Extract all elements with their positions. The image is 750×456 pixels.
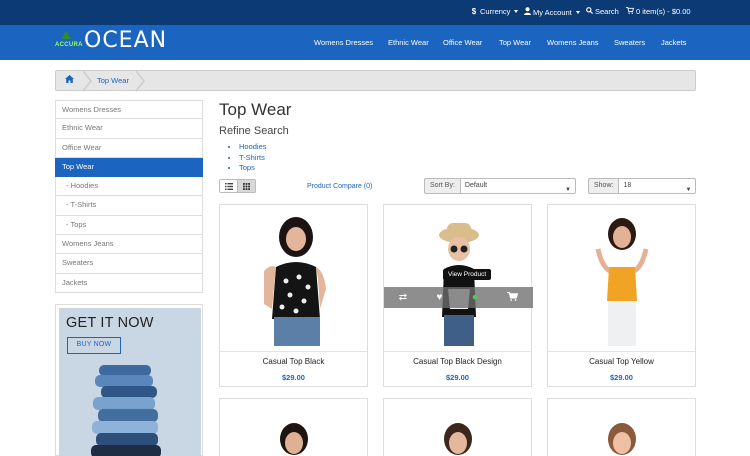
product-hover-actions: ⇄ ♥ ● [384,287,533,308]
product-card[interactable]: View Product ⇄ ♥ ● Casual Top Black Desi… [383,204,533,387]
compare-icon[interactable]: ⇄ [399,292,407,303]
currency-label: Currency [480,7,511,16]
cart-link[interactable]: 0 item(s) - $0.00 [626,7,691,16]
sidebar-item-top-wear[interactable]: Top Wear [55,157,203,178]
product-image[interactable] [224,209,363,346]
view-toggle [219,179,256,193]
grid-view-button[interactable] [237,180,255,192]
nav-top-wear[interactable]: Top Wear [499,38,531,47]
sort-select[interactable]: Default ▼ [459,178,576,194]
show-value: 18 [623,182,632,189]
main-header: ACCURA OCEAN Womens Dresses Ethnic Wear … [0,25,750,60]
chevron-down-icon: ▼ [685,187,692,193]
sidebar-item-tops[interactable]: - Tops [55,215,203,236]
product-name[interactable]: Casual Top Yellow [548,357,695,366]
show-control: Show: 18 ▼ [588,178,697,194]
chevron-down-icon [514,10,519,13]
product-name[interactable]: Casual Top Black [220,357,367,366]
sidebar-item-hoodies[interactable]: - Hoodies [55,177,203,197]
sidebar-item-office-wear[interactable]: Office Wear [55,138,203,158]
logo-big-text: OCEAN [84,28,168,53]
chevron-down-icon: ▼ [564,187,571,193]
sort-label: Sort By: [424,178,460,194]
product-card[interactable] [547,398,696,456]
search-link[interactable]: Search [585,7,619,16]
my-account-dropdown[interactable]: My Account [523,7,580,17]
nav-womens-dresses[interactable]: Womens Dresses [314,38,373,47]
promo-banner: GET IT NOW BUY NOW [55,304,203,456]
logo-small-text: ACCURA [55,42,83,48]
logo-triangle-icon [61,31,71,39]
promo-banner-background: GET IT NOW BUY NOW [59,308,201,456]
sidebar-item-t-shirts[interactable]: - T-Shirts [55,196,203,216]
promo-banner-title: GET IT NOW [66,315,154,331]
card-divider [548,351,695,352]
user-icon [523,7,531,17]
refine-link-t-shirts[interactable]: T-Shirts [239,153,267,164]
sidebar-item-ethnic-wear[interactable]: Ethnic Wear [55,119,203,139]
card-divider [384,351,531,352]
grid-icon [243,182,251,190]
site-logo[interactable]: ACCURA OCEAN [55,28,175,56]
sort-control: Sort By: Default ▼ [424,178,576,194]
refine-links: Hoodies T-Shirts Tops [234,142,267,174]
nav-jackets[interactable]: Jackets [661,38,686,47]
jeans-stack-image [91,365,161,456]
product-price: $29.00 [282,373,305,382]
refine-link-hoodies[interactable]: Hoodies [239,142,267,153]
show-select[interactable]: 18 ▼ [618,178,697,194]
breadcrumb: Top Wear [55,70,696,92]
list-view-button[interactable] [220,180,237,192]
breadcrumb-current[interactable]: Top Wear [97,76,129,85]
product-image[interactable] [552,209,691,346]
product-card[interactable] [383,398,532,456]
sidebar-item-womens-jeans[interactable]: Womens Jeans [55,235,203,255]
product-name[interactable]: Casual Top Black Design [384,357,531,366]
product-card[interactable] [219,398,368,456]
top-bar: $ Currency My Account Search 0 item(s) -… [0,0,750,25]
refine-search-title: Refine Search [219,125,289,137]
sidebar-item-jackets[interactable]: Jackets [55,273,203,293]
nav-office-wear[interactable]: Office Wear [443,38,482,47]
product-image[interactable] [220,399,369,456]
chevron-down-icon [575,10,580,14]
nav-ethnic-wear[interactable]: Ethnic Wear [388,38,429,47]
product-card[interactable]: Casual Top Yellow $29.00 [547,204,696,387]
currency-dropdown[interactable]: $ Currency [470,7,519,16]
list-icon [224,182,233,190]
sidebar-item-sweaters[interactable]: Sweaters [55,254,203,274]
search-icon [585,7,593,16]
product-image[interactable] [548,399,697,456]
nav-sweaters[interactable]: Sweaters [614,38,645,47]
breadcrumb-separator [135,70,145,92]
dollar-icon: $ [471,7,477,16]
add-to-cart-icon[interactable] [507,291,519,304]
product-price: $29.00 [610,373,633,382]
search-label: Search [595,7,619,16]
buy-now-button[interactable]: BUY NOW [67,337,121,354]
product-compare-link[interactable]: Product Compare (0) [307,183,372,190]
product-price: $29.00 [446,373,469,382]
view-product-tooltip: View Product [443,269,492,283]
cart-icon [626,7,635,16]
page-title: Top Wear [219,100,292,119]
nav-womens-jeans[interactable]: Womens Jeans [547,38,599,47]
view-eye-icon[interactable]: ● [472,292,478,303]
wishlist-heart-icon[interactable]: ♥ [437,292,443,303]
home-icon[interactable] [65,75,75,85]
sort-value: Default [464,182,488,189]
breadcrumb-separator [82,70,92,92]
category-sidebar: Womens Dresses Ethnic Wear Office Wear T… [55,100,203,293]
refine-link-tops[interactable]: Tops [239,163,267,174]
sidebar-item-womens-dresses[interactable]: Womens Dresses [55,100,203,120]
cart-label: 0 item(s) - $0.00 [636,7,691,16]
card-divider [220,351,367,352]
product-image[interactable] [384,399,533,456]
my-account-label: My Account [533,7,572,17]
show-label: Show: [588,178,619,194]
product-card[interactable]: Casual Top Black $29.00 [219,204,368,387]
